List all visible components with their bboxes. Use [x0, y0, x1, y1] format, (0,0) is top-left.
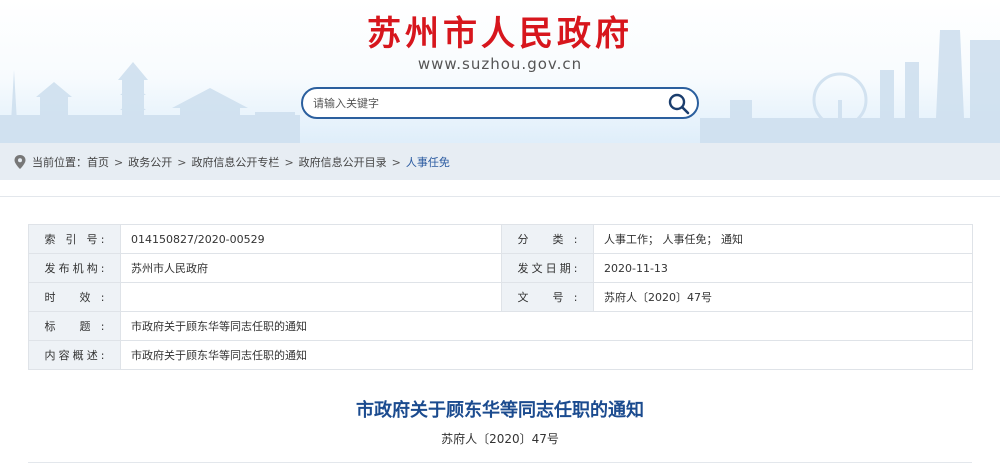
docno-label: 文 号: — [501, 282, 594, 312]
table-row: 标 题: 市政府关于顾东华等同志任职的通知 — [28, 311, 973, 341]
summary-label: 内容概述: — [28, 340, 121, 370]
table-row: 发布机构: 苏州市人民政府 发文日期: 2020-11-13 — [28, 253, 973, 283]
breadcrumb-bar: 当前位置： 首页 > 政务公开 > 政府信息公开专栏 > 政府信息公开目录 > … — [0, 143, 1000, 180]
breadcrumb-prefix: 当前位置： — [32, 156, 87, 169]
main-content: 索 引 号: 014150827/2020-00529 分 类: 人事工作； 人… — [0, 196, 1000, 467]
search-box — [301, 87, 699, 119]
breadcrumb-separator: > — [177, 155, 187, 169]
table-row: 索 引 号: 014150827/2020-00529 分 类: 人事工作； 人… — [28, 224, 973, 254]
summary-value: 市政府关于顾东华等同志任职的通知 — [120, 340, 973, 370]
site-title: 苏州市人民政府 — [367, 14, 633, 54]
index-value: 014150827/2020-00529 — [120, 224, 502, 254]
document-meta-table: 索 引 号: 014150827/2020-00529 分 类: 人事工作； 人… — [28, 224, 973, 370]
search-icon[interactable] — [667, 92, 691, 116]
location-pin-icon — [14, 155, 26, 169]
breadcrumb-personnel[interactable]: 人事任免 — [406, 154, 450, 170]
title-value: 市政府关于顾东华等同志任职的通知 — [120, 311, 973, 341]
document-title: 市政府关于顾东华等同志任职的通知 — [356, 400, 644, 421]
validity-label: 时 效: — [28, 282, 121, 312]
search-input[interactable] — [313, 93, 653, 113]
breadcrumb-info-catalog[interactable]: 政府信息公开目录 — [299, 154, 387, 170]
site-url: www.suzhou.gov.cn — [417, 55, 583, 73]
title-label: 标 题: — [28, 311, 121, 341]
breadcrumb-gov-affairs[interactable]: 政务公开 — [128, 154, 172, 170]
index-label: 索 引 号: — [28, 224, 121, 254]
site-header: 苏州市人民政府 www.suzhou.gov.cn — [0, 0, 1000, 143]
category-value: 人事工作； 人事任免； 通知 — [593, 224, 973, 254]
document-number: 苏府人〔2020〕47号 — [441, 432, 559, 446]
divider — [28, 462, 972, 463]
breadcrumb-home[interactable]: 首页 — [87, 154, 109, 170]
category-label: 分 类: — [501, 224, 594, 254]
breadcrumb-separator: > — [391, 155, 401, 169]
breadcrumb: 当前位置： 首页 > 政务公开 > 政府信息公开专栏 > 政府信息公开目录 > … — [14, 154, 450, 170]
breadcrumb-info-column[interactable]: 政府信息公开专栏 — [191, 154, 279, 170]
publisher-label: 发布机构: — [28, 253, 121, 283]
docno-value: 苏府人〔2020〕47号 — [593, 282, 973, 312]
breadcrumb-separator: > — [284, 155, 294, 169]
breadcrumb-separator: > — [114, 155, 124, 169]
publisher-value: 苏州市人民政府 — [120, 253, 502, 283]
date-value: 2020-11-13 — [593, 253, 973, 283]
date-label: 发文日期: — [501, 253, 594, 283]
validity-value — [120, 282, 502, 312]
table-row: 内容概述: 市政府关于顾东华等同志任职的通知 — [28, 340, 973, 370]
table-row: 时 效: 文 号: 苏府人〔2020〕47号 — [28, 282, 973, 312]
